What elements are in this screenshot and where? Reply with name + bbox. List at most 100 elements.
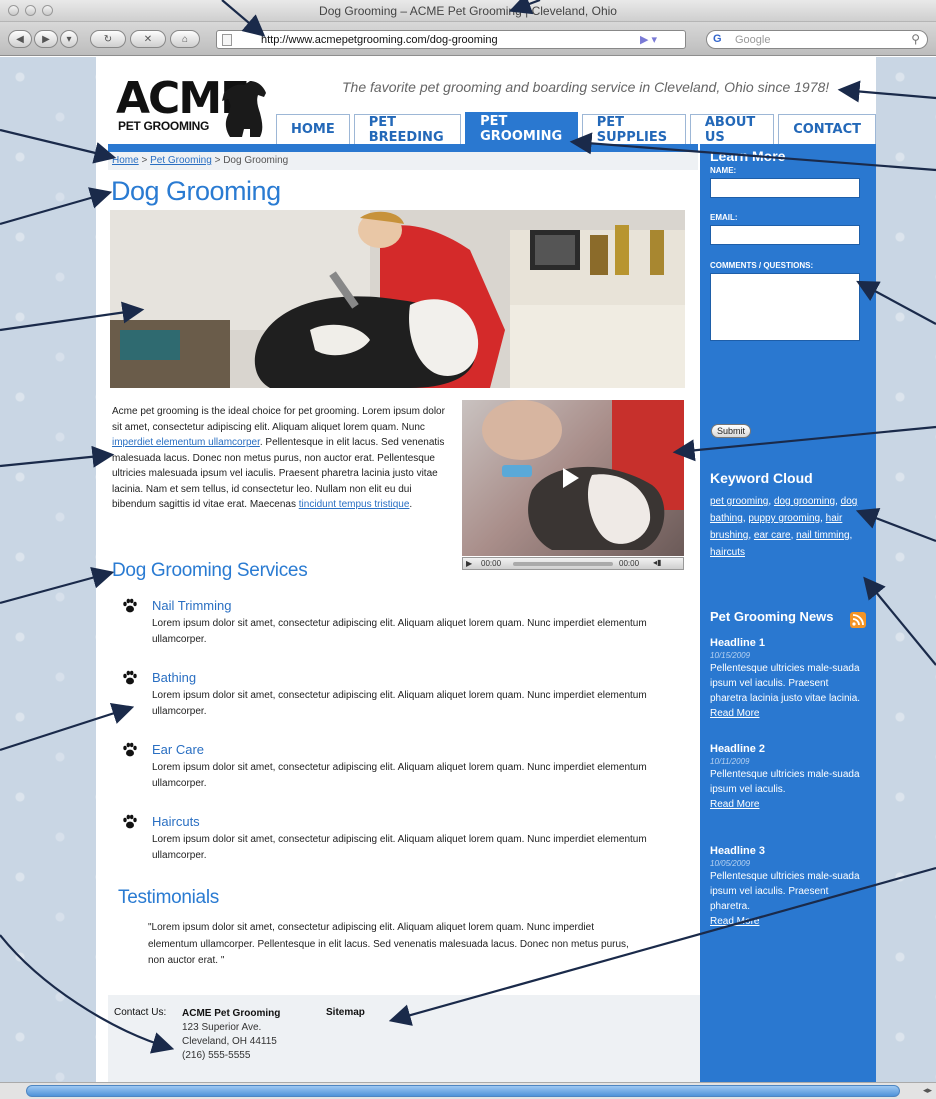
service-description: Lorem ipsum dolor sit amet, consectetur … <box>152 618 647 645</box>
home-icon: ⌂ <box>181 33 189 45</box>
nav-tab-pet-grooming[interactable]: PET GROOMING <box>465 112 578 144</box>
keyword-link[interactable]: nail timming <box>796 530 849 541</box>
submit-button[interactable]: Submit <box>711 424 752 438</box>
service-item: Bathing Lorem ipsum dolor sit amet, conse… <box>122 670 682 742</box>
keyword-link[interactable]: pet grooming <box>710 496 768 507</box>
nav-underline <box>108 144 698 152</box>
news-date: 10/15/2009 <box>710 651 751 660</box>
service-name[interactable]: Bathing <box>152 670 196 685</box>
breadcrumb-section-link[interactable]: Pet Grooming <box>150 155 212 166</box>
street-address: 123 Superior Ave. <box>182 1022 262 1033</box>
back-button[interactable]: ◀ <box>8 30 32 48</box>
breadcrumb-separator: > <box>214 155 221 166</box>
magnifier-icon: ⚲ <box>911 32 920 46</box>
service-name[interactable]: Nail Trimming <box>152 598 231 613</box>
page-title: Dog Grooming <box>111 176 281 206</box>
home-button[interactable]: ⌂ <box>170 30 200 48</box>
stop-button[interactable]: ✕ <box>130 30 166 48</box>
read-more-link[interactable]: Read More <box>710 914 866 929</box>
video-time-total: 00:00 <box>619 559 640 568</box>
breadcrumb-separator: > <box>141 155 148 166</box>
services-heading: Dog Grooming Services <box>112 560 308 581</box>
history-dropdown[interactable]: ▾ <box>60 30 78 48</box>
news-headline[interactable]: Headline 2 <box>710 742 866 757</box>
keyword-link[interactable]: ear care <box>754 530 791 541</box>
address-bar[interactable]: http://www.acmepetgrooming.com/dog-groom… <box>216 30 686 49</box>
keyword-link[interactable]: puppy grooming <box>748 513 820 524</box>
forward-button[interactable]: ▶ <box>34 30 58 48</box>
intro-link[interactable]: imperdiet elementum ullamcorper <box>112 437 260 448</box>
comments-textarea[interactable] <box>710 273 860 341</box>
service-description: Lorem ipsum dolor sit amet, consectetur … <box>152 762 647 789</box>
email-label: EMAIL: <box>710 213 738 222</box>
reload-button[interactable]: ↻ <box>90 30 126 48</box>
read-more-link[interactable]: Read More <box>710 797 866 812</box>
business-name: ACME Pet Grooming <box>182 1008 281 1019</box>
service-item: Nail Trimming Lorem ipsum dolor sit amet,… <box>122 598 682 670</box>
breadcrumb-home-link[interactable]: Home <box>112 155 139 166</box>
video-controls[interactable]: ▶ 00:00 00:00 ◂▮ <box>462 557 684 570</box>
learn-more-heading: Learn More <box>710 148 786 164</box>
horizontal-scrollbar[interactable]: ◂▸ <box>0 1082 936 1099</box>
window-titlebar: Dog Grooming – ACME Pet Grooming | Cleve… <box>0 0 936 22</box>
service-item: Ear Care Lorem ipsum dolor sit amet, cons… <box>122 742 682 814</box>
sitemap-link[interactable]: Sitemap <box>326 1007 365 1018</box>
nav-tab-home[interactable]: HOME <box>276 114 350 144</box>
service-name[interactable]: Haircuts <box>152 814 200 829</box>
news-summary: Pellentesque ultricies male-suada ipsum … <box>710 663 861 704</box>
news-date: 10/11/2009 <box>710 757 750 766</box>
contact-address: ACME Pet Grooming 123 Superior Ave. Clev… <box>182 1007 280 1063</box>
news-headline[interactable]: Headline 3 <box>710 844 866 859</box>
search-placeholder: Google <box>735 34 771 46</box>
name-label: NAME: <box>710 166 737 175</box>
news-date: 10/05/2009 <box>710 859 751 868</box>
browser-toolbar: ◀ ▶ ▾ ↻ ✕ ⌂ http://www.acmepetgrooming.c… <box>0 22 936 56</box>
keyword-cloud-heading: Keyword Cloud <box>710 470 813 486</box>
scroll-arrows-icon[interactable]: ◂▸ <box>923 1085 932 1096</box>
paw-icon <box>123 742 137 757</box>
forward-arrow-icon: ▶ <box>42 33 50 45</box>
url-text: http://www.acmepetgrooming.com/dog-groom… <box>261 34 498 46</box>
service-description: Lorem ipsum dolor sit amet, consectetur … <box>152 834 647 861</box>
reload-icon: ↻ <box>103 33 113 45</box>
bookmark-arrow-icon[interactable]: ▶ ▾ <box>640 33 657 46</box>
service-name[interactable]: Ear Care <box>152 742 204 757</box>
logo-subtitle: PET GROOMING <box>118 119 210 133</box>
nav-tab-contact[interactable]: CONTACT <box>778 114 876 144</box>
breadcrumb-current: Dog Grooming <box>223 155 289 166</box>
play-icon[interactable]: ▶ <box>466 559 472 568</box>
volume-icon[interactable]: ◂▮ <box>653 558 661 567</box>
search-engine-icon[interactable]: G <box>713 33 722 45</box>
video-thumbnail <box>482 400 684 550</box>
keyword-link[interactable]: haircuts <box>710 547 745 558</box>
paw-icon <box>123 814 137 829</box>
window-title: Dog Grooming – ACME Pet Grooming | Cleve… <box>319 4 617 18</box>
intro-link[interactable]: tincidunt tempus tristique <box>299 499 410 510</box>
news-headline[interactable]: Headline 1 <box>710 636 866 651</box>
site-logo[interactable]: ACME PET GROOMING <box>116 77 296 147</box>
paw-icon <box>123 598 137 613</box>
video-frame[interactable] <box>462 400 684 556</box>
video-player[interactable]: ▶ 00:00 00:00 ◂▮ <box>462 400 684 572</box>
nav-tab-pet-supplies[interactable]: PET SUPPLIES <box>581 114 686 145</box>
nav-tab-about-us[interactable]: ABOUT US <box>689 114 775 145</box>
search-field[interactable]: G Google ⚲ <box>706 30 928 49</box>
news-summary: Pellentesque ultricies male-suada ipsum … <box>710 871 860 912</box>
name-field[interactable] <box>710 178 860 198</box>
keyword-link[interactable]: dog grooming <box>774 496 835 507</box>
dog-silhouette-icon <box>222 81 266 137</box>
read-more-link[interactable]: Read More <box>710 706 866 721</box>
rss-icon[interactable] <box>850 612 866 628</box>
scrollbar-thumb[interactable] <box>26 1085 900 1097</box>
back-arrow-icon: ◀ <box>16 33 24 45</box>
main-navigation: HOME PET BREEDING PET GROOMING PET SUPPLIES… <box>276 112 876 145</box>
web-page: ACME PET GROOMING The favorite pet groom… <box>96 57 876 1085</box>
sidebar: Learn More NAME: EMAIL: COMMENTS / QUEST… <box>700 144 876 1082</box>
intro-text: Acme pet grooming is the ideal choice fo… <box>112 406 445 433</box>
nav-tab-pet-breeding[interactable]: PET BREEDING <box>353 114 462 145</box>
email-field[interactable] <box>710 225 860 245</box>
news-item: Headline 3 10/05/2009 Pellentesque ultrici… <box>710 844 866 929</box>
contact-label: Contact Us: <box>114 1007 167 1018</box>
video-scrubber[interactable] <box>513 562 613 566</box>
news-summary: Pellentesque ultricies male-suada ipsum … <box>710 769 860 795</box>
